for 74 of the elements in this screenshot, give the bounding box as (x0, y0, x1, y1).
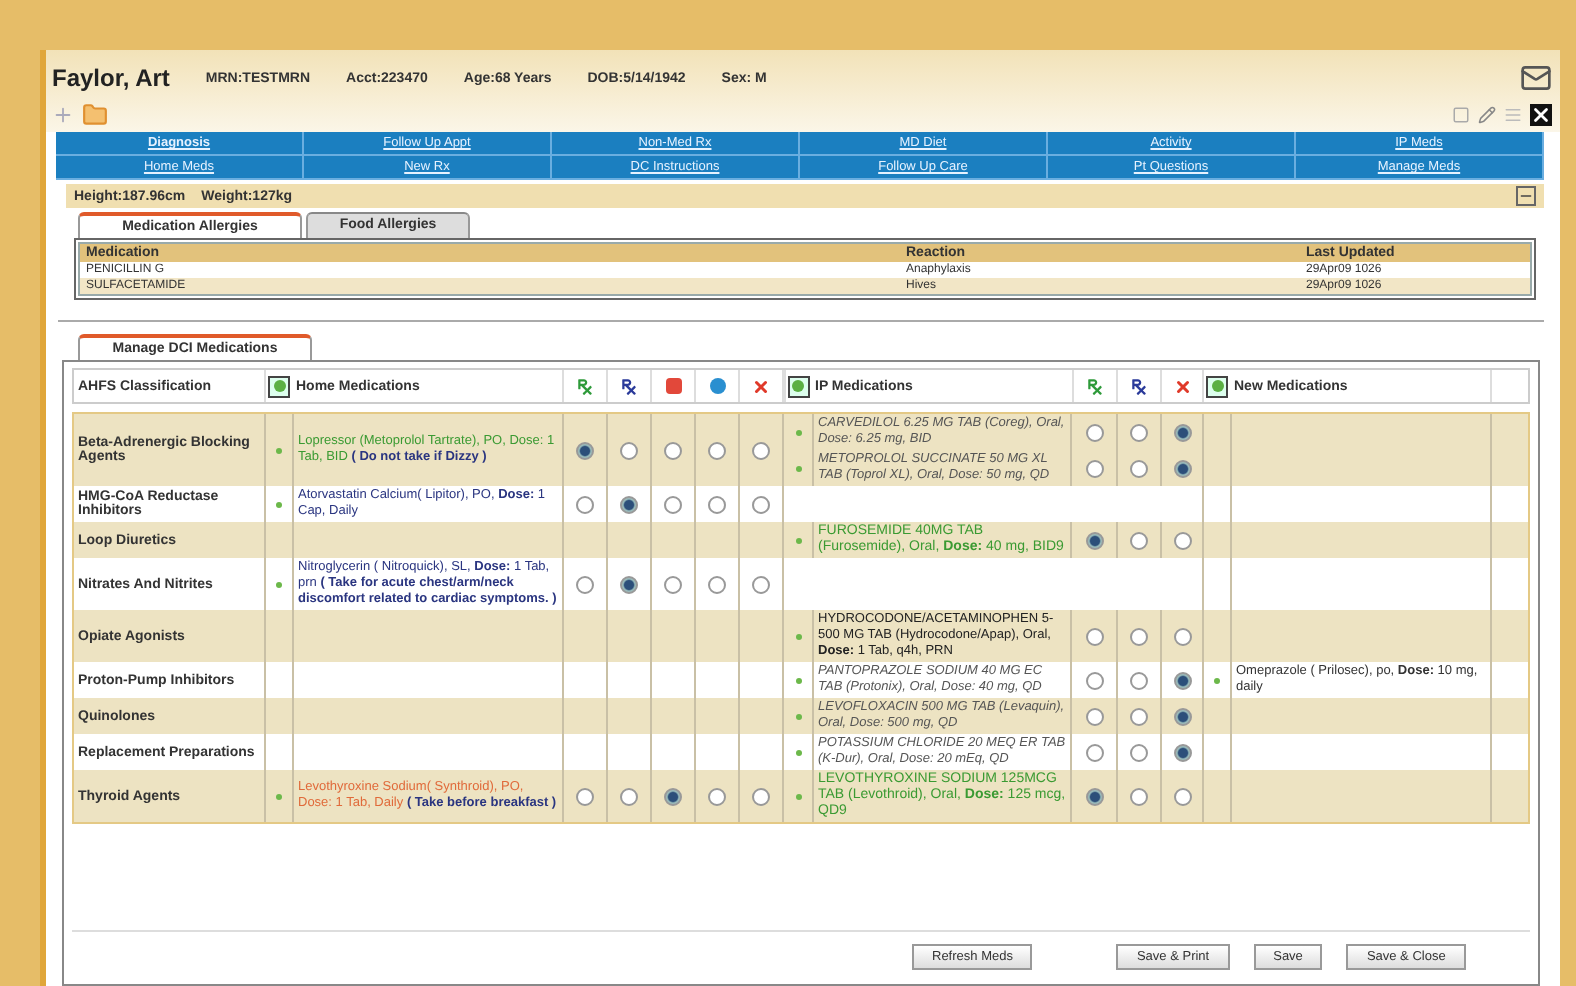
radio-button[interactable] (1085, 707, 1103, 725)
radio-button[interactable] (576, 441, 594, 459)
radio-button[interactable] (664, 787, 682, 805)
stop-icon[interactable] (665, 378, 681, 394)
radio-button[interactable] (1174, 627, 1192, 645)
radio-button[interactable] (620, 575, 638, 593)
radio-button[interactable] (1130, 531, 1148, 549)
radio-button[interactable] (664, 575, 682, 593)
radio-button[interactable] (576, 787, 594, 805)
radio-button[interactable] (708, 787, 726, 805)
radio-button[interactable] (752, 441, 770, 459)
folder-icon[interactable] (82, 102, 108, 128)
prescription-icon[interactable] (1129, 377, 1147, 395)
status-dot (276, 581, 282, 587)
radio-button[interactable] (1085, 627, 1103, 645)
status-dot (1214, 677, 1220, 683)
radio-button[interactable] (620, 787, 638, 805)
radio-button[interactable] (664, 441, 682, 459)
add-icon[interactable] (787, 375, 809, 397)
radio-button[interactable] (1085, 743, 1103, 761)
add-icon[interactable] (268, 375, 290, 397)
radio-button[interactable] (1130, 459, 1148, 477)
radio-button[interactable] (708, 575, 726, 593)
collapse-icon[interactable] (1516, 186, 1536, 206)
radio-button[interactable] (576, 495, 594, 513)
status-dot (795, 537, 801, 543)
prescription-icon[interactable] (620, 377, 638, 395)
radio-button[interactable] (1085, 423, 1103, 441)
cross-icon[interactable] (752, 377, 770, 395)
radio-button[interactable] (620, 441, 638, 459)
radio-button[interactable] (1085, 459, 1103, 477)
radio-button[interactable] (1130, 743, 1148, 761)
status-dot (795, 465, 801, 471)
pencil-icon[interactable] (1478, 106, 1496, 124)
status-dot (276, 501, 282, 507)
radio-button[interactable] (620, 495, 638, 513)
radio-button[interactable] (1130, 787, 1148, 805)
radio-button[interactable] (1085, 531, 1103, 549)
radio-button[interactable] (708, 441, 726, 459)
radio-button[interactable] (1174, 707, 1192, 725)
radio-button[interactable] (1130, 627, 1148, 645)
radio-button[interactable] (1174, 423, 1192, 441)
status-dot (276, 793, 282, 799)
checkbox-icon[interactable] (1452, 106, 1470, 124)
radio-button[interactable] (1174, 531, 1192, 549)
radio-button[interactable] (1174, 743, 1192, 761)
radio-button[interactable] (664, 495, 682, 513)
status-dot (795, 713, 801, 719)
status-dot (795, 749, 801, 755)
radio-button[interactable] (1130, 707, 1148, 725)
radio-button[interactable] (1130, 423, 1148, 441)
radio-button[interactable] (1130, 671, 1148, 689)
status-dot (795, 633, 801, 639)
status-dot (276, 447, 282, 453)
add-icon[interactable] (1206, 375, 1228, 397)
radio-button[interactable] (1174, 787, 1192, 805)
status-dot (795, 793, 801, 799)
radio-button[interactable] (1085, 787, 1103, 805)
radio-button[interactable] (576, 575, 594, 593)
radio-button[interactable] (752, 787, 770, 805)
mail-icon[interactable] (1520, 62, 1552, 94)
close-icon[interactable] (1530, 104, 1552, 126)
circle-icon[interactable] (709, 378, 725, 394)
radio-button[interactable] (1085, 671, 1103, 689)
cross-icon[interactable] (1173, 377, 1191, 395)
radio-button[interactable] (752, 575, 770, 593)
radio-button[interactable] (1174, 459, 1192, 477)
radio-button[interactable] (708, 495, 726, 513)
radio-button[interactable] (1174, 671, 1192, 689)
status-dot (795, 677, 801, 683)
patient-name: Faylor, Art (52, 64, 170, 92)
radio-button[interactable] (752, 495, 770, 513)
status-dot (795, 429, 801, 435)
list-icon[interactable] (1504, 106, 1522, 124)
